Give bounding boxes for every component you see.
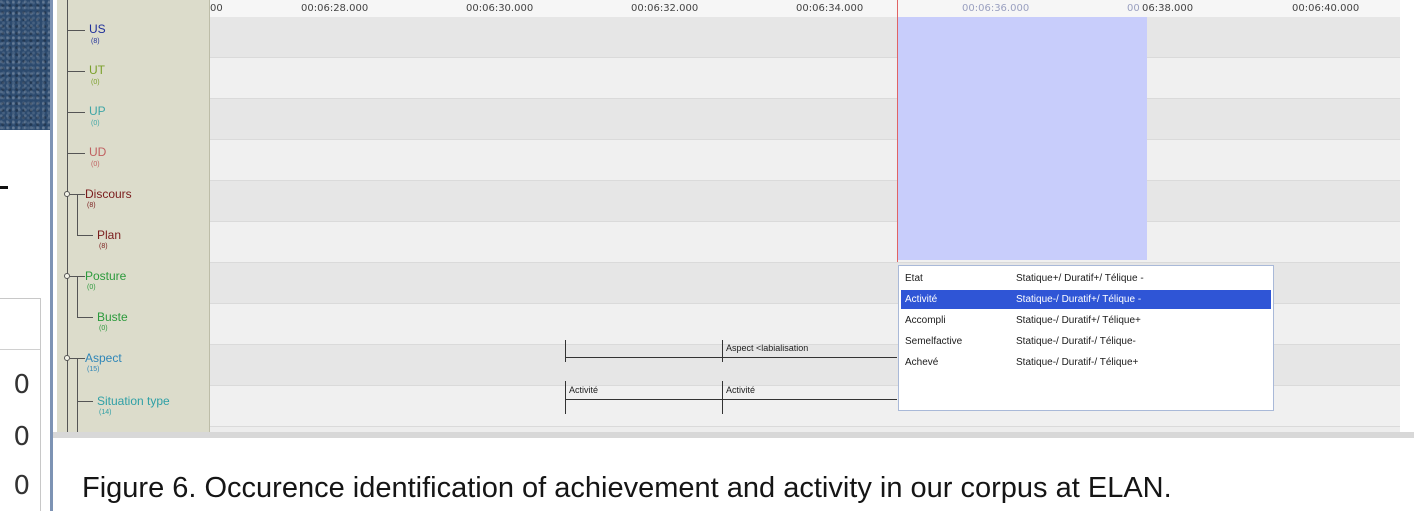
tier-up[interactable]: UP (0) (57, 99, 209, 140)
ruler-tick-label: 00 (1127, 3, 1140, 14)
popup-option-semelfactive[interactable]: Semelfactive Statique-/ Duratif-/ Téliqu… (901, 332, 1271, 351)
tier-us[interactable]: US (8) (57, 17, 209, 58)
option-description: Statique-/ Duratif-/ Télique- (1016, 336, 1136, 347)
tier-count: (15) (87, 366, 100, 373)
tier-count: (0) (91, 79, 100, 86)
popup-option-acheve[interactable]: Achevé Statique-/ Duratif-/ Télique+ (901, 353, 1271, 372)
ruler-tick-label: 00:06:32.000 (631, 3, 699, 14)
ruler-tick-label: 00:06:34.000 (796, 3, 864, 14)
background-dash (0, 186, 8, 189)
lane-ud[interactable] (210, 140, 1400, 181)
annotation-boundary (565, 340, 566, 362)
popup-option-etat[interactable]: Etat Statique+/ Duratif+/ Télique - (901, 269, 1271, 288)
option-name: Activité (905, 294, 938, 305)
annotation-boundary (722, 381, 723, 414)
background-texture (0, 0, 50, 130)
tier-aspect[interactable]: Aspect (15) (57, 345, 209, 386)
tier-count: (8) (99, 243, 108, 250)
tier-count: (0) (99, 325, 108, 332)
option-description: Statique-/ Duratif+/ Télique+ (1016, 315, 1141, 326)
annotation-aspect[interactable]: Aspect <labialisation (726, 343, 808, 363)
tier-label: UD (89, 145, 107, 159)
annotation-situation[interactable]: Activité (569, 385, 598, 405)
tree-connector (70, 276, 85, 277)
tier-count: (8) (91, 38, 100, 45)
tree-connector (70, 194, 85, 195)
tier-discours[interactable]: Discours (8) (57, 181, 209, 222)
tier-label: UP (89, 104, 106, 118)
ruler-tick-label: 00:06:36.000 (962, 3, 1030, 14)
tier-count: (0) (91, 120, 100, 127)
tier-label: Posture (85, 269, 127, 283)
window-bottom-edge (53, 432, 1414, 438)
tier-ut[interactable]: UT (0) (57, 58, 209, 99)
time-ruler[interactable]: 00 00:06:28.000 00:06:30.000 00:06:32.00… (210, 0, 1400, 18)
popup-option-accompli[interactable]: Accompli Statique-/ Duratif+/ Télique+ (901, 311, 1271, 330)
ruler-tick-label: 00:06:30.000 (466, 3, 534, 14)
background-zero-1: 0 (13, 370, 30, 400)
tier-label: US (89, 22, 106, 36)
tier-count: (14) (99, 409, 112, 416)
option-description: Statique-/ Duratif+/ Télique - (1016, 294, 1142, 305)
tier-label: Plan (97, 228, 122, 242)
ruler-tick-label: 00:06:40.000 (1292, 3, 1360, 14)
vocabulary-popup[interactable]: Etat Statique+/ Duratif+/ Télique - Acti… (898, 265, 1274, 411)
annotation-boundary (722, 340, 723, 362)
ruler-tick-label: 06:38.000 (1142, 3, 1194, 14)
ruler-tick-label: 00 (210, 3, 223, 14)
tier-situation-type[interactable]: Situation type (14) (57, 386, 209, 427)
tier-posture[interactable]: Posture (0) (57, 263, 209, 304)
elan-window: US (8) UT (0) UP (0) UD (0) Discours (8)… (50, 0, 1414, 511)
tree-connector (67, 153, 85, 154)
background-zero-3: 0 (13, 471, 30, 501)
tier-plan[interactable]: Plan (8) (57, 222, 209, 263)
tree-connector (77, 235, 93, 236)
lane-discours[interactable] (210, 181, 1400, 222)
lane-up[interactable] (210, 99, 1400, 140)
tier-count: (0) (91, 161, 100, 168)
playback-crosshair[interactable] (897, 0, 898, 262)
annotation-situation[interactable]: Activité (726, 385, 755, 405)
option-name: Etat (905, 273, 923, 284)
popup-option-activite[interactable]: Activité Statique-/ Duratif+/ Télique - (901, 290, 1271, 309)
tier-label: Aspect (85, 351, 122, 365)
tier-label: Buste (97, 310, 128, 324)
tier-buste[interactable]: Buste (0) (57, 304, 209, 345)
tree-connector (67, 30, 85, 31)
tree-connector (70, 358, 85, 359)
annotation-boundary (565, 381, 566, 414)
lane-plan[interactable] (210, 222, 1400, 263)
time-selection[interactable] (897, 17, 1147, 260)
option-name: Achevé (905, 357, 939, 368)
tier-label: UT (89, 63, 105, 77)
lane-ut[interactable] (210, 58, 1400, 99)
tier-panel: US (8) UT (0) UP (0) UD (0) Discours (8)… (57, 0, 210, 432)
tier-ud[interactable]: UD (0) (57, 140, 209, 181)
ruler-tick-label: 00:06:28.000 (301, 3, 369, 14)
background-zero-2: 0 (13, 422, 30, 452)
tree-connector (77, 401, 93, 402)
option-name: Semelfactive (905, 336, 963, 347)
tier-count: (0) (87, 284, 96, 291)
tier-count: (8) (87, 202, 96, 209)
option-description: Statique-/ Duratif-/ Télique+ (1016, 357, 1139, 368)
figure-caption: Figure 6. Occurence identification of ac… (82, 472, 1172, 504)
tier-label: Situation type (97, 394, 170, 408)
screenshot-root: 0 0 0 US (8) UT (0) UP (0) UD (0) Discou… (0, 0, 1414, 511)
tree-connector (67, 71, 85, 72)
option-name: Accompli (905, 315, 946, 326)
background-box-divider (0, 349, 40, 350)
tree-connector (77, 317, 93, 318)
tier-label: Discours (85, 187, 132, 201)
option-description: Statique+/ Duratif+/ Télique - (1016, 273, 1144, 284)
tree-connector (67, 112, 85, 113)
lane-us[interactable] (210, 17, 1400, 58)
